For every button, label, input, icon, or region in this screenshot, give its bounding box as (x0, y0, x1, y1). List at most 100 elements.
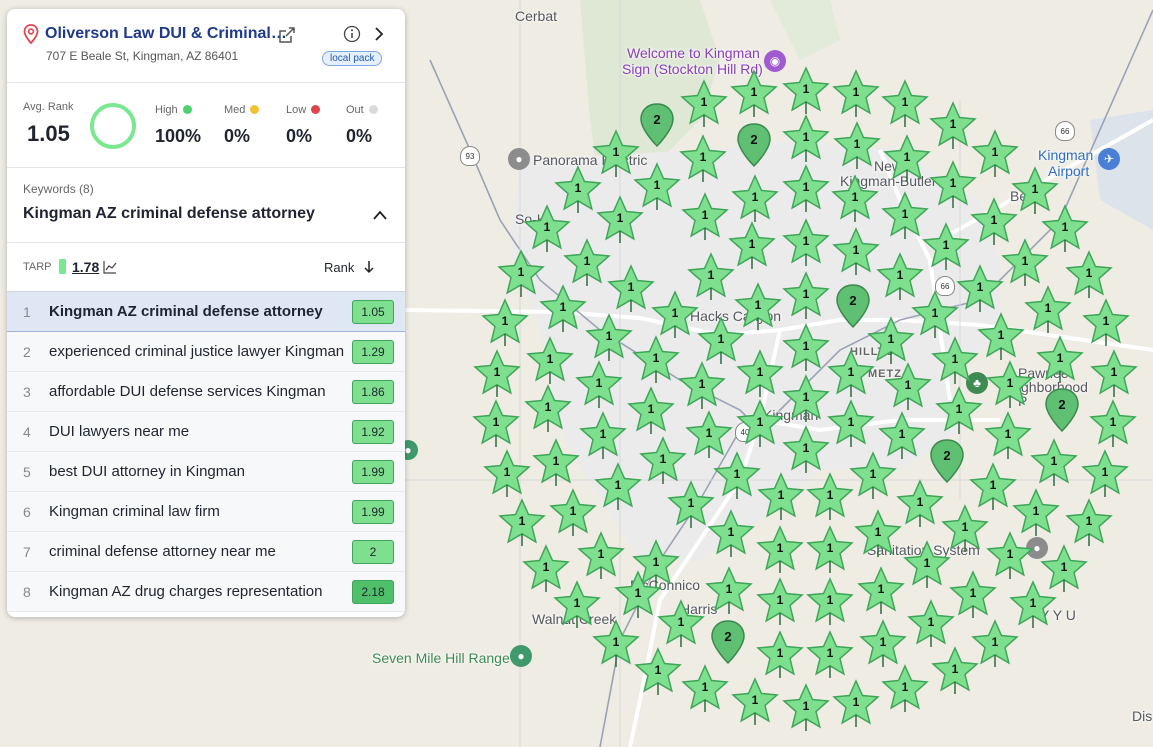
rank-pin-marker[interactable]: 2 (929, 438, 965, 484)
rank-star-marker[interactable]: 1 (524, 384, 572, 436)
rank-star-marker[interactable]: 1 (949, 570, 997, 622)
rank-star-marker[interactable]: 1 (472, 399, 520, 451)
rank-star-marker[interactable]: 1 (881, 79, 929, 131)
rank-star-marker[interactable]: 1 (832, 679, 880, 731)
arrow-down-icon[interactable] (363, 260, 375, 279)
rank-star-marker[interactable]: 1 (883, 134, 931, 186)
rank-star-marker[interactable]: 1 (679, 134, 727, 186)
rank-star-marker[interactable]: 1 (526, 336, 574, 388)
rank-star-marker[interactable]: 1 (911, 290, 959, 342)
rank-pin-marker[interactable]: 2 (1044, 387, 1080, 433)
rank-star-marker[interactable]: 1 (857, 566, 905, 618)
rank-star-marker[interactable]: 1 (832, 227, 880, 279)
rank-star-marker[interactable]: 1 (977, 312, 1025, 364)
rank-star-marker[interactable]: 1 (632, 335, 680, 387)
rank-star-marker[interactable]: 1 (634, 647, 682, 699)
keyword-row[interactable]: 5 best DUI attorney in Kingman 1.99 (7, 452, 405, 492)
pin-icon-panorama[interactable]: ● (508, 148, 530, 170)
rank-star-marker[interactable]: 1 (497, 249, 545, 301)
rank-star-marker[interactable]: 1 (1036, 335, 1084, 387)
rank-star-marker[interactable]: 1 (782, 683, 830, 735)
rank-star-marker[interactable]: 1 (579, 411, 627, 463)
rank-star-marker[interactable]: 1 (607, 264, 655, 316)
rank-star-marker[interactable]: 1 (532, 438, 580, 490)
rank-star-marker[interactable]: 1 (757, 472, 805, 524)
rank-sort-label[interactable]: Rank (324, 260, 354, 275)
rank-star-marker[interactable]: 1 (806, 630, 854, 682)
rank-pin-marker[interactable]: 2 (639, 102, 675, 148)
rank-star-marker[interactable]: 1 (1082, 298, 1130, 350)
rank-star-marker[interactable]: 1 (956, 264, 1004, 316)
rank-star-marker[interactable]: 1 (1065, 498, 1113, 550)
rank-star-marker[interactable]: 1 (782, 66, 830, 118)
rank-star-marker[interactable]: 1 (657, 599, 705, 651)
rank-star-marker[interactable]: 1 (1090, 349, 1138, 401)
rank-star-marker[interactable]: 1 (867, 316, 915, 368)
rank-star-marker[interactable]: 1 (756, 630, 804, 682)
chevron-up-icon[interactable] (372, 208, 388, 226)
trend-chart-icon[interactable] (103, 260, 117, 279)
rank-star-marker[interactable]: 1 (1089, 399, 1137, 451)
rank-star-marker[interactable]: 1 (627, 386, 675, 438)
rank-star-marker[interactable]: 1 (681, 664, 729, 716)
rank-star-marker[interactable]: 1 (833, 121, 881, 173)
keyword-selector[interactable]: Keywords (8) Kingman AZ criminal defense… (7, 168, 405, 243)
rank-star-marker[interactable]: 1 (481, 298, 529, 350)
keyword-row[interactable]: 8 Kingman AZ drug charges representation 2… (7, 572, 405, 612)
keyword-row[interactable]: 1 Kingman AZ criminal defense attorney 1.0… (7, 292, 405, 332)
info-icon[interactable] (343, 25, 361, 48)
rank-star-marker[interactable]: 1 (986, 360, 1034, 412)
rank-star-marker[interactable]: 1 (782, 374, 830, 426)
rank-star-marker[interactable]: 1 (594, 462, 642, 514)
rank-star-marker[interactable]: 1 (827, 399, 875, 451)
rank-star-marker[interactable]: 1 (782, 164, 830, 216)
rank-star-marker[interactable]: 1 (782, 271, 830, 323)
rank-pin-marker[interactable]: 2 (710, 619, 746, 665)
chevron-right-icon[interactable] (372, 25, 386, 48)
rank-star-marker[interactable]: 1 (678, 361, 726, 413)
rank-star-marker[interactable]: 1 (1041, 204, 1089, 256)
rank-star-marker[interactable]: 1 (1081, 449, 1129, 501)
rank-star-marker[interactable]: 1 (575, 360, 623, 412)
rank-star-marker[interactable]: 1 (473, 349, 521, 401)
rank-star-marker[interactable]: 1 (736, 349, 784, 401)
keyword-row[interactable]: 6 Kingman criminal law firm 1.99 (7, 492, 405, 532)
rank-star-marker[interactable]: 1 (705, 566, 753, 618)
rank-star-marker[interactable]: 1 (1030, 438, 1078, 490)
rank-star-marker[interactable]: 1 (782, 323, 830, 375)
keyword-row[interactable]: 4 DUI lawyers near me 1.92 (7, 412, 405, 452)
rank-star-marker[interactable]: 1 (971, 619, 1019, 671)
rank-star-marker[interactable]: 1 (680, 79, 728, 131)
keyword-row[interactable]: 7 criminal defense attorney near me 2 (7, 532, 405, 572)
rank-star-marker[interactable]: 1 (806, 525, 854, 577)
rank-star-marker[interactable]: 1 (984, 411, 1032, 463)
rank-star-marker[interactable]: 1 (832, 69, 880, 121)
rank-star-marker[interactable]: 1 (806, 472, 854, 524)
rank-star-marker[interactable]: 1 (931, 336, 979, 388)
rank-star-marker[interactable]: 1 (782, 425, 830, 477)
external-link-icon[interactable] (278, 26, 296, 49)
rank-star-marker[interactable]: 1 (1024, 285, 1072, 337)
rank-star-marker[interactable]: 1 (1001, 238, 1049, 290)
rank-star-marker[interactable]: 1 (831, 174, 879, 226)
rank-star-marker[interactable]: 1 (827, 349, 875, 401)
rank-star-marker[interactable]: 1 (731, 174, 779, 226)
rank-star-marker[interactable]: 1 (903, 540, 951, 592)
rank-star-marker[interactable]: 1 (849, 451, 897, 503)
rank-star-marker[interactable]: 1 (929, 101, 977, 153)
rank-star-marker[interactable]: 1 (614, 570, 662, 622)
rank-star-marker[interactable]: 1 (1065, 250, 1113, 302)
tarp-value[interactable]: 1.78 (72, 259, 99, 275)
rank-star-marker[interactable]: 1 (681, 192, 729, 244)
rank-star-marker[interactable]: 1 (756, 525, 804, 577)
rank-star-marker[interactable]: 1 (929, 160, 977, 212)
keyword-row[interactable]: 3 affordable DUI defense services Kingman… (7, 372, 405, 412)
rank-star-marker[interactable]: 1 (896, 479, 944, 531)
rank-star-marker[interactable]: 1 (806, 577, 854, 629)
business-name[interactable]: Oliverson Law DUI & Criminal… (45, 25, 287, 43)
rank-star-marker[interactable]: 1 (782, 114, 830, 166)
rank-star-marker[interactable]: 1 (782, 218, 830, 270)
pin-icon-seven-mile[interactable]: ● (510, 645, 532, 667)
rank-star-marker[interactable]: 1 (730, 69, 778, 121)
rank-pin-marker[interactable]: 2 (835, 283, 871, 329)
